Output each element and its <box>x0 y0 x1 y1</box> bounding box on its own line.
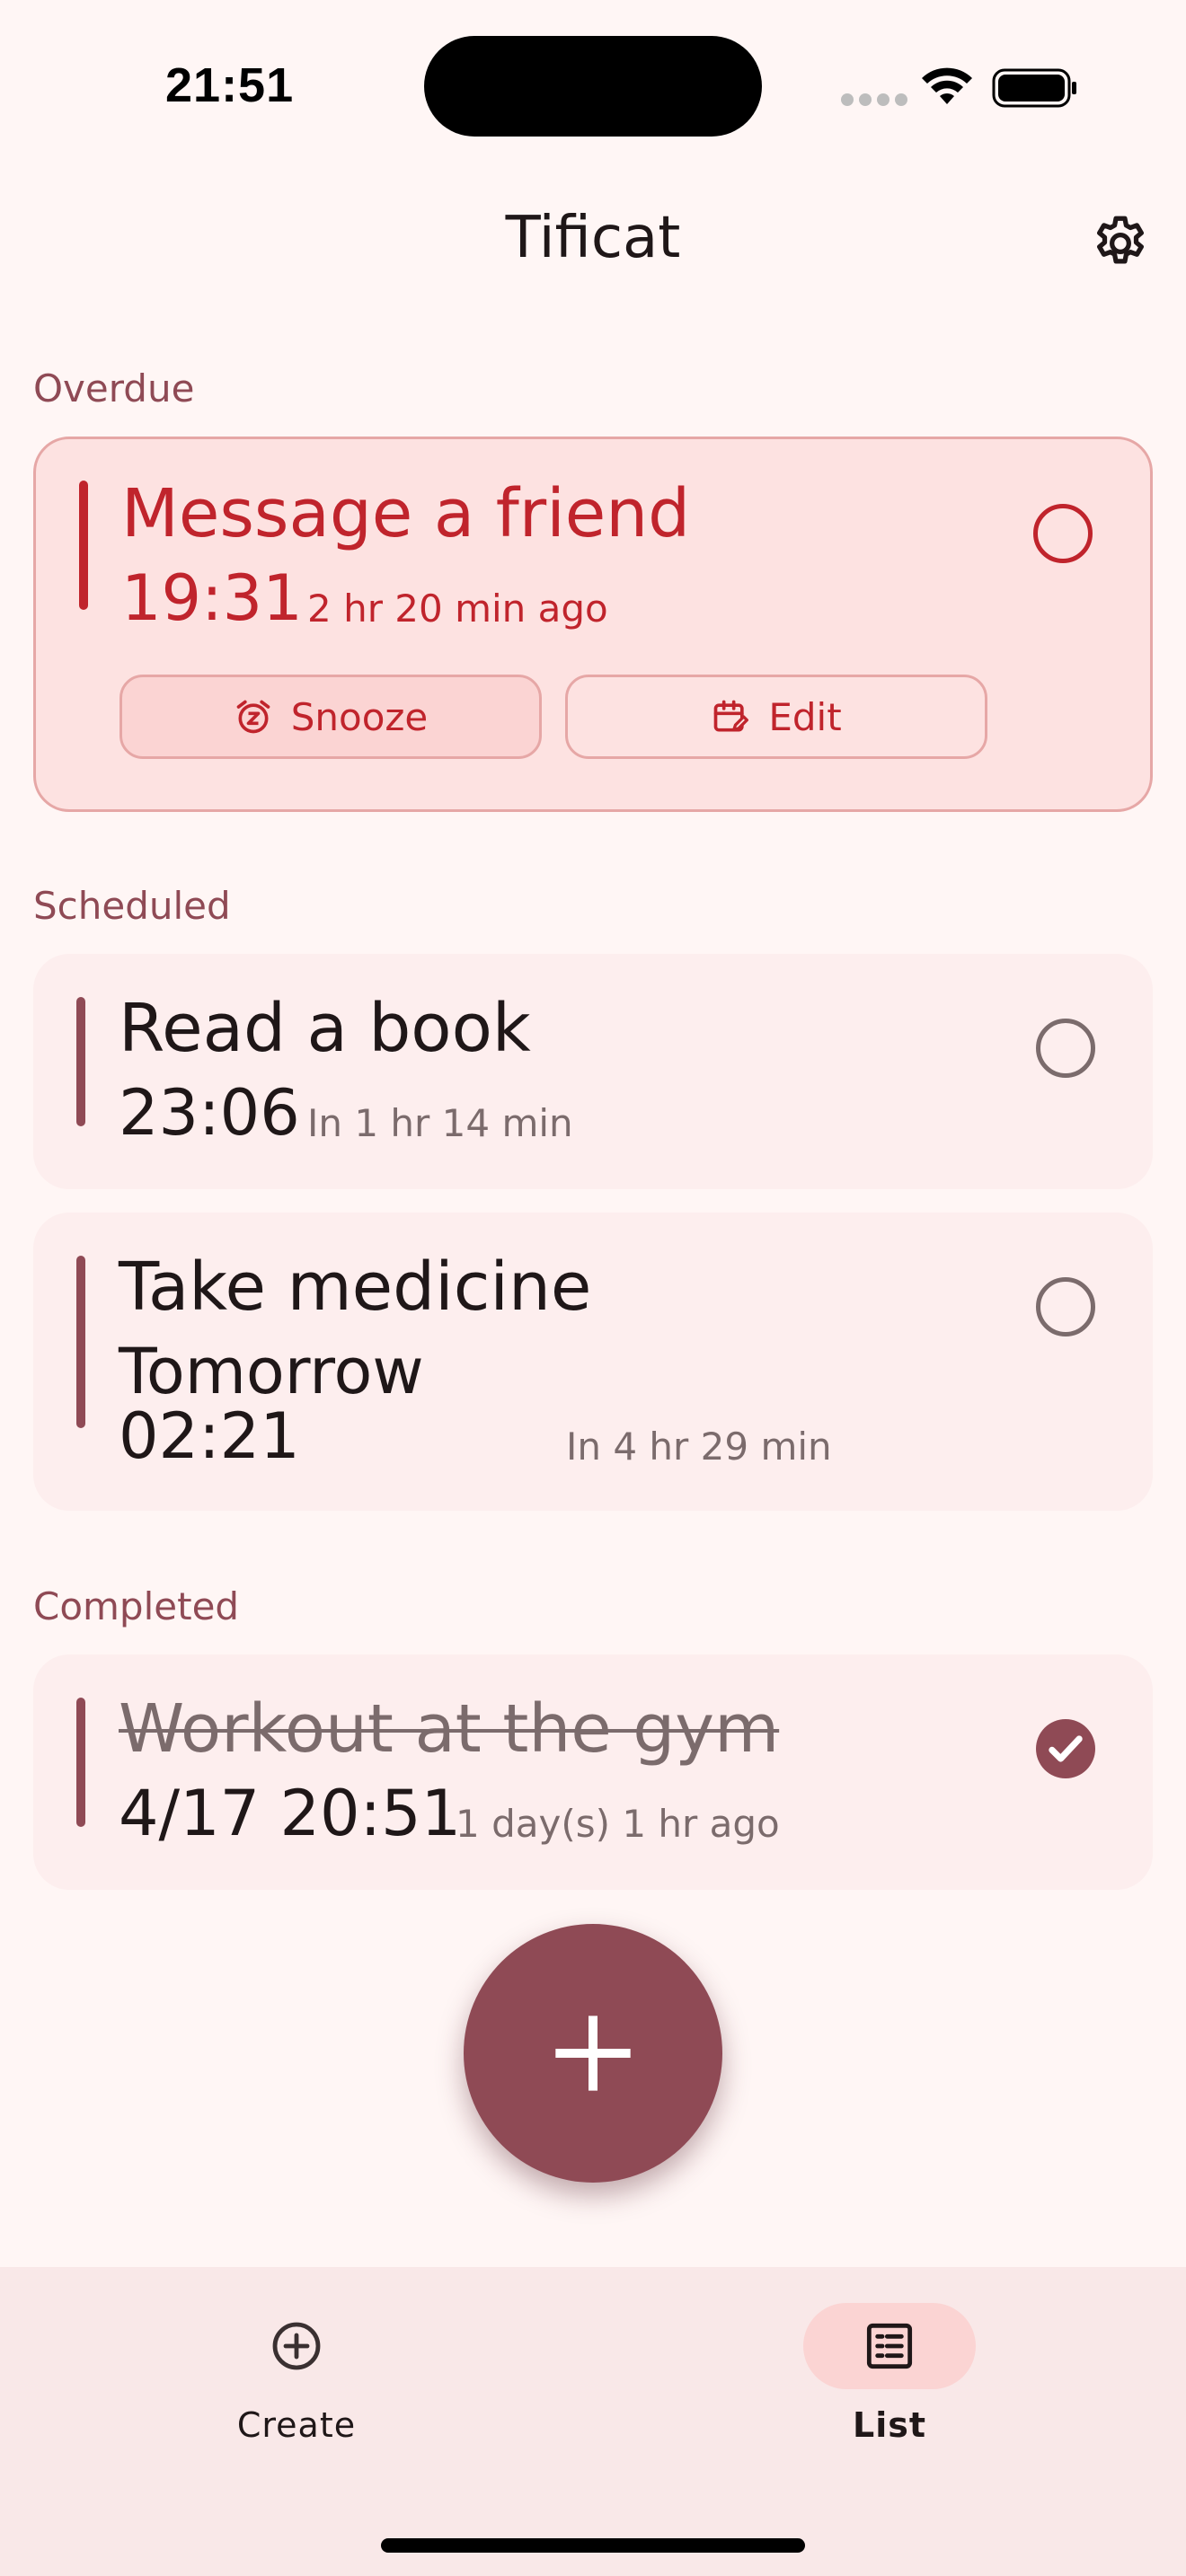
reminder-card-completed[interactable]: Workout at the gym 4/17 20:51 1 day(s) 1… <box>33 1654 1153 1890</box>
cellular-signal-icon <box>841 93 907 106</box>
card-accent-bar <box>76 997 85 1126</box>
snooze-label: Snooze <box>290 694 429 739</box>
reminder-card[interactable]: Take medicine Tomorrow 02:21 In 4 hr 29 … <box>33 1213 1153 1511</box>
wifi-icon <box>922 67 972 104</box>
edit-button[interactable]: Edit <box>565 675 987 759</box>
reminder-card[interactable]: Read a book 23:06 In 1 hr 14 min <box>33 954 1153 1189</box>
bottom-navigation: Create List <box>0 2267 1186 2576</box>
reminder-relative-time: In 4 hr 29 min <box>566 1425 832 1469</box>
battery-icon <box>992 68 1076 108</box>
reminder-relative-time: In 1 hr 14 min <box>307 1101 573 1145</box>
status-time: 21:51 <box>165 58 295 112</box>
complete-checkbox[interactable] <box>1036 1277 1095 1337</box>
alarm-snooze-icon <box>236 700 270 734</box>
home-indicator <box>381 2538 805 2553</box>
plus-icon <box>555 2016 631 2091</box>
reminder-title: Message a friend <box>121 475 691 552</box>
add-circle-icon <box>272 2322 321 2370</box>
complete-checkbox[interactable] <box>1033 504 1093 563</box>
calendar-edit-icon <box>713 700 749 732</box>
reminder-day: Tomorrow <box>119 1335 424 1408</box>
reminder-relative-time: 1 day(s) 1 hr ago <box>456 1802 780 1846</box>
page-title: Tificat <box>505 205 681 271</box>
reminder-title: Read a book <box>119 990 531 1067</box>
card-accent-bar <box>76 1256 85 1428</box>
reminder-card-overdue[interactable]: Message a friend 19:31 2 hr 20 min ago S… <box>33 437 1153 812</box>
gear-icon[interactable] <box>1089 212 1152 275</box>
card-accent-bar <box>76 1698 85 1827</box>
complete-checkbox[interactable] <box>1036 1019 1095 1078</box>
nav-label-list: List <box>852 2405 927 2445</box>
reminder-time: 4/17 20:51 <box>119 1777 462 1850</box>
reminder-title: Workout at the gym <box>119 1690 780 1768</box>
check-icon <box>1049 1735 1083 1762</box>
dynamic-island <box>424 36 762 137</box>
reminder-time: 19:31 <box>121 561 303 635</box>
list-icon <box>866 2323 913 2369</box>
nav-item-create[interactable]: Create <box>162 2303 431 2445</box>
section-label-overdue: Overdue <box>33 366 195 410</box>
snooze-button[interactable]: Snooze <box>119 675 542 759</box>
status-bar: 21:51 <box>0 0 1186 171</box>
reminder-time: 02:21 <box>119 1399 300 1473</box>
card-accent-bar <box>79 481 88 610</box>
nav-label-create: Create <box>236 2405 357 2445</box>
section-label-completed: Completed <box>33 1584 240 1628</box>
reminder-title: Take medicine <box>119 1248 592 1326</box>
reminder-time: 23:06 <box>119 1076 300 1150</box>
reminder-relative-time: 2 hr 20 min ago <box>307 587 608 631</box>
edit-label: Edit <box>768 694 842 739</box>
add-reminder-button[interactable] <box>464 1924 722 2183</box>
nav-item-list[interactable]: List <box>755 2303 1024 2445</box>
completed-checkmark[interactable] <box>1036 1719 1095 1778</box>
section-label-scheduled: Scheduled <box>33 884 231 928</box>
